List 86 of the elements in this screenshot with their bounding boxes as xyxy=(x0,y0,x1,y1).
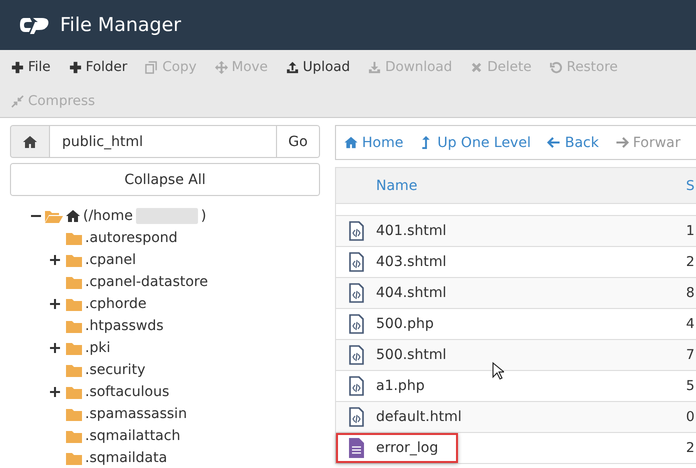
file-size: 4 xyxy=(686,316,696,332)
file-name: error_log xyxy=(376,440,440,456)
folder-icon xyxy=(66,232,82,244)
text-file-icon xyxy=(348,438,364,458)
download-icon xyxy=(368,60,382,74)
folder-icon xyxy=(66,254,82,266)
tree-item[interactable]: .cpanel xyxy=(85,252,136,268)
plus-icon[interactable] xyxy=(50,343,60,353)
toolbar-button[interactable]: File xyxy=(2,50,60,84)
tree-item[interactable]: .autorespond xyxy=(85,230,178,246)
path-field[interactable]: public_html xyxy=(50,125,276,158)
file-name: a1.php xyxy=(376,378,426,394)
code-file-icon xyxy=(348,283,364,303)
file-row[interactable]: default.html 0 xyxy=(336,402,696,433)
file-name: 500.shtml xyxy=(376,347,448,363)
file-name: 401.shtml xyxy=(376,223,448,239)
file-row[interactable]: error_log 2 xyxy=(336,433,696,464)
nav-button[interactable]: Up One Level xyxy=(411,134,539,150)
file-size: 5 xyxy=(686,378,696,394)
tree-item-paren: ) xyxy=(200,208,206,224)
file-size: 7 xyxy=(686,347,696,363)
redacted-block xyxy=(136,208,198,224)
home-icon xyxy=(23,136,37,148)
copy-icon xyxy=(145,60,158,74)
move-arrows-icon xyxy=(214,60,228,74)
tree-item[interactable]: .sqmaildata xyxy=(85,450,168,466)
file-row[interactable]: 404.shtml 8 xyxy=(336,278,696,309)
code-file-icon xyxy=(348,407,364,427)
toolbar-button[interactable]: Upload xyxy=(276,50,360,84)
x-icon xyxy=(470,60,484,74)
nav-button[interactable]: Back xyxy=(538,134,607,150)
tree-item[interactable]: .pki xyxy=(85,340,110,356)
code-file-icon xyxy=(348,376,364,396)
code-file-icon xyxy=(348,221,364,241)
left-arrow-icon xyxy=(546,136,561,149)
folder-icon xyxy=(66,452,82,464)
file-name: 403.shtml xyxy=(376,254,448,270)
app-title: File Manager xyxy=(60,14,182,36)
file-size: 2 xyxy=(686,440,696,456)
home-button[interactable] xyxy=(10,125,50,158)
tree-item[interactable]: .softaculous xyxy=(85,384,170,400)
plus-icon[interactable] xyxy=(50,299,60,309)
code-file-icon xyxy=(348,252,364,272)
cpanel-logo-icon xyxy=(20,15,50,35)
tree-item[interactable]: (/home xyxy=(83,208,133,224)
compress-arrows-icon xyxy=(11,94,24,108)
home-icon xyxy=(66,210,80,222)
file-name: 404.shtml xyxy=(376,285,448,301)
file-row[interactable]: 401.shtml 1 xyxy=(336,216,696,247)
folder-icon xyxy=(66,298,82,310)
tree-item[interactable]: .cphorde xyxy=(85,296,146,312)
mouse-pointer-icon xyxy=(492,362,504,380)
folder-icon xyxy=(66,386,82,398)
folder-icon xyxy=(66,342,82,354)
open-folder-icon xyxy=(45,210,63,222)
folder-icon xyxy=(66,364,82,376)
folder-icon xyxy=(66,408,82,420)
upload-icon xyxy=(286,60,299,74)
toolbar-button[interactable]: Folder xyxy=(60,50,136,84)
file-row[interactable]: 500.shtml 7 xyxy=(336,340,696,371)
tree-item[interactable]: .sqmailattach xyxy=(85,428,180,444)
restore-icon xyxy=(550,60,563,74)
collapse-all-button[interactable]: Collapse All xyxy=(10,163,320,196)
file-size: 0 xyxy=(686,409,696,425)
code-file-icon xyxy=(348,345,364,365)
file-name: 500.php xyxy=(376,316,435,332)
home-icon xyxy=(344,136,358,149)
plus-icon[interactable] xyxy=(50,387,60,397)
right-arrow-icon xyxy=(614,136,629,149)
tree-item[interactable]: .security xyxy=(85,362,146,378)
plus-icon xyxy=(68,60,82,74)
plus-icon xyxy=(11,60,24,74)
file-size: 1 xyxy=(686,223,696,239)
file-name: default.html xyxy=(376,409,463,425)
folder-icon xyxy=(66,320,82,332)
plus-icon[interactable] xyxy=(50,255,60,265)
file-size: 2 xyxy=(686,254,696,270)
tree-item[interactable]: .cpanel-datastore xyxy=(85,274,208,290)
code-file-icon xyxy=(348,314,364,334)
file-size: 8 xyxy=(686,285,696,301)
folder-icon xyxy=(66,276,82,288)
go-button[interactable]: Go xyxy=(276,125,320,158)
nav-button[interactable]: Home xyxy=(336,134,412,150)
tree-item[interactable]: .spamassassin xyxy=(85,406,187,422)
tree-item[interactable]: .htpasswds xyxy=(85,318,164,334)
folder-icon xyxy=(66,430,82,442)
